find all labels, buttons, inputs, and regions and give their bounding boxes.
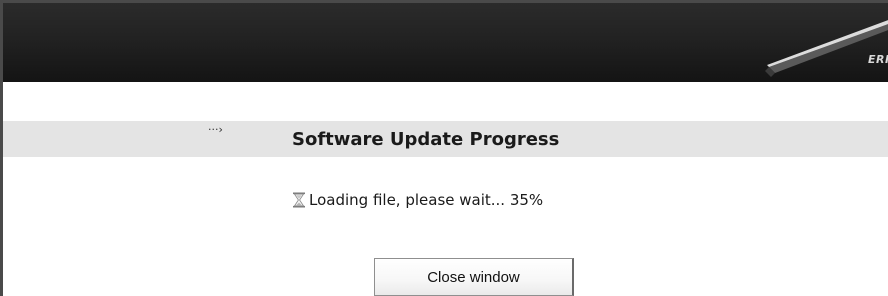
status-line: Loading file, please wait... 35% bbox=[292, 189, 543, 211]
logo-text: ERIC bbox=[868, 53, 888, 66]
header-bar: ERIC bbox=[3, 3, 888, 82]
update-progress-window: ERIC ···› Software Update Progress Loadi… bbox=[0, 0, 888, 296]
page-title: Software Update Progress bbox=[292, 129, 560, 150]
dotted-arrow-icon: ···› bbox=[208, 123, 223, 136]
brand-logo: ERIC bbox=[751, 3, 888, 82]
close-window-button[interactable]: Close window bbox=[374, 258, 574, 296]
hourglass-icon bbox=[293, 192, 305, 208]
logo-swoosh-icon bbox=[765, 20, 888, 77]
status-message: Loading file, please wait... 35% bbox=[309, 191, 544, 209]
